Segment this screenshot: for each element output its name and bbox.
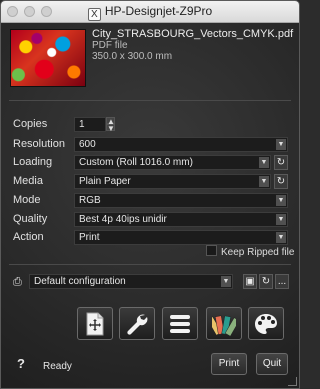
mode-dropdown[interactable]: RGB ▼: [74, 193, 288, 208]
copies-label: Copies: [13, 118, 48, 130]
printer-config-icon: ⎙: [13, 276, 22, 288]
print-button[interactable]: Print: [211, 353, 247, 375]
help-button[interactable]: ?: [17, 356, 25, 371]
x11-icon: X: [87, 8, 101, 21]
resize-grip[interactable]: [288, 377, 297, 386]
mode-value: RGB: [79, 195, 101, 206]
copies-stepper[interactable]: ▲ ▼: [106, 117, 115, 133]
mode-label: Mode: [13, 194, 41, 206]
loading-value: Custom (Roll 1016.0 mm): [79, 157, 193, 168]
resolution-label: Resolution: [13, 138, 65, 150]
quit-button[interactable]: Quit: [256, 353, 288, 375]
refresh-icon: ↻: [276, 176, 286, 187]
more-config-button[interactable]: ...: [275, 274, 289, 289]
wrench-icon: [127, 314, 148, 335]
resolution-value: 600: [79, 139, 96, 150]
action-value: Print: [79, 232, 100, 243]
color-button[interactable]: [206, 307, 242, 340]
media-label: Media: [13, 175, 43, 187]
more-label: ...: [277, 276, 287, 287]
chevron-down-icon: ▼: [259, 157, 269, 168]
window-title-container: X HP-Designjet-Z9Pro: [1, 4, 299, 21]
chevron-down-icon: ▼: [276, 195, 286, 206]
divider: [9, 100, 291, 101]
action-dropdown[interactable]: Print ▼: [74, 230, 288, 245]
title-bar: X HP-Designjet-Z9Pro: [1, 1, 299, 23]
save-config-button[interactable]: ▣: [243, 274, 257, 289]
palette-button[interactable]: [248, 307, 284, 340]
chevron-down-icon: ▼: [276, 232, 286, 243]
loading-dropdown[interactable]: Custom (Roll 1016.0 mm) ▼: [74, 155, 271, 170]
file-thumbnail: [10, 29, 86, 87]
loading-label: Loading: [13, 156, 53, 168]
file-type: PDF file: [92, 40, 128, 51]
chevron-down-icon: ▼: [276, 139, 286, 150]
list-icon: [170, 314, 190, 333]
color-swatches-icon: [212, 314, 236, 336]
refresh-media-button[interactable]: ↻: [274, 174, 288, 189]
tools-button[interactable]: [119, 307, 155, 340]
layout-button[interactable]: [77, 307, 113, 340]
stepper-down-icon[interactable]: ▼: [106, 124, 115, 133]
media-dropdown[interactable]: Plain Paper ▼: [74, 174, 271, 189]
configuration-dropdown[interactable]: Default configuration ▼: [29, 274, 233, 289]
refresh-icon: ↻: [276, 157, 286, 168]
app-window: X HP-Designjet-Z9Pro City_STRASBOURG_Vect…: [0, 0, 300, 389]
quality-dropdown[interactable]: Best 4p 40ips unidir ▼: [74, 212, 288, 227]
file-name: City_STRASBOURG_Vectors_CMYK.pdf: [92, 28, 294, 40]
file-size: 350.0 x 300.0 mm: [92, 51, 173, 62]
stepper-up-icon[interactable]: ▲: [106, 117, 115, 126]
keep-ripped-checkbox[interactable]: [206, 245, 217, 256]
refresh-config-button[interactable]: ↻: [259, 274, 273, 289]
chevron-down-icon: ▼: [221, 276, 231, 287]
save-icon: ▣: [245, 276, 255, 287]
queue-button[interactable]: [162, 307, 198, 340]
media-value: Plain Paper: [79, 176, 131, 187]
action-label: Action: [13, 231, 44, 243]
quality-value: Best 4p 40ips unidir: [79, 214, 167, 225]
window-title: HP-Designjet-Z9Pro: [104, 4, 213, 18]
keep-ripped-option[interactable]: Keep Ripped file: [206, 245, 294, 258]
status-text: Ready: [43, 361, 72, 372]
chevron-down-icon: ▼: [276, 214, 286, 225]
resolution-dropdown[interactable]: 600 ▼: [74, 137, 288, 152]
divider: [9, 264, 291, 265]
copies-input[interactable]: 1: [74, 117, 106, 132]
quality-label: Quality: [13, 213, 48, 225]
refresh-loading-button[interactable]: ↻: [274, 155, 288, 170]
configuration-value: Default configuration: [34, 276, 126, 287]
page-layout-icon: [86, 312, 104, 335]
keep-ripped-label: Keep Ripped file: [221, 247, 295, 258]
refresh-icon: ↻: [261, 276, 271, 287]
palette-icon: [255, 313, 277, 334]
chevron-down-icon: ▼: [259, 176, 269, 187]
